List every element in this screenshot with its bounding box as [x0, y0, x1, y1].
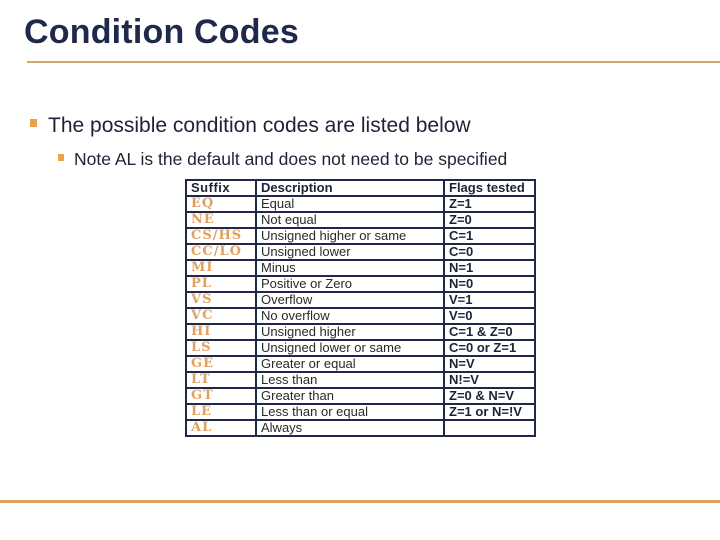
description-cell: Greater than — [255, 387, 445, 405]
table-row: AL Always — [185, 419, 536, 437]
bullet-text: The possible condition codes are listed … — [48, 114, 471, 137]
description-cell: Greater or equal — [255, 355, 445, 373]
bullet-level-2: Note AL is the default and does not need… — [58, 148, 507, 170]
flags-cell: N=V — [443, 355, 536, 373]
suffix-cell: MI — [185, 259, 257, 277]
description-cell: Unsigned higher — [255, 323, 445, 341]
description-cell: Unsigned lower or same — [255, 339, 445, 357]
suffix-cell: LS — [185, 339, 257, 357]
table-row: VC No overflow V=0 — [185, 307, 536, 325]
table-row: LE Less than or equal Z=1 or N=!V — [185, 403, 536, 421]
table-header-row: Suffix Description Flags tested — [185, 179, 536, 197]
table-row: HI Unsigned higher C=1 & Z=0 — [185, 323, 536, 341]
table-row: CC/LO Unsigned lower C=0 — [185, 243, 536, 261]
description-cell: Unsigned higher or same — [255, 227, 445, 245]
suffix-cell: EQ — [185, 195, 257, 213]
suffix-cell: AL — [185, 419, 257, 437]
suffix-cell: PL — [185, 275, 257, 293]
table-row: GT Greater than Z=0 & N=V — [185, 387, 536, 405]
table-body: EQ Equal Z=1 NE Not equal Z=0 CS/HS Unsigned hi… — [185, 195, 536, 437]
table-row: PL Positive or Zero N=0 — [185, 275, 536, 293]
flags-cell: C=1 — [443, 227, 536, 245]
bullet-level-1: The possible condition codes are listed … — [30, 113, 471, 139]
description-cell: Less than — [255, 371, 445, 389]
header-description: Description — [255, 179, 445, 197]
condition-codes-table: Suffix Description Flags tested EQ Equal Z… — [185, 179, 536, 437]
table-row: VS Overflow V=1 — [185, 291, 536, 309]
flags-cell: C=1 & Z=0 — [443, 323, 536, 341]
flags-cell: C=0 or Z=1 — [443, 339, 536, 357]
flags-cell: Z=0 — [443, 211, 536, 229]
table-row: LS Unsigned lower or same C=0 or Z=1 — [185, 339, 536, 357]
bullet-text: Note AL is the default and does not need… — [74, 149, 508, 169]
description-cell: Equal — [255, 195, 445, 213]
footer-rule — [0, 500, 720, 503]
flags-cell: C=0 — [443, 243, 536, 261]
description-cell: Always — [255, 419, 445, 437]
table-row: NE Not equal Z=0 — [185, 211, 536, 229]
table-row: LT Less than N!=V — [185, 371, 536, 389]
table-row: MI Minus N=1 — [185, 259, 536, 277]
table-row: CS/HS Unsigned higher or same C=1 — [185, 227, 536, 245]
flags-cell: N!=V — [443, 371, 536, 389]
description-cell: Positive or Zero — [255, 275, 445, 293]
flags-cell: V=0 — [443, 307, 536, 325]
suffix-cell: LT — [185, 371, 257, 389]
suffix-cell: CS/HS — [185, 227, 257, 245]
suffix-cell: HI — [185, 323, 257, 341]
description-cell: Minus — [255, 259, 445, 277]
slide-title: Condition Codes — [24, 13, 299, 51]
suffix-cell: GE — [185, 355, 257, 373]
flags-cell: Z=1 — [443, 195, 536, 213]
flags-cell — [443, 419, 536, 437]
flags-cell: Z=0 & N=V — [443, 387, 536, 405]
table-row: EQ Equal Z=1 — [185, 195, 536, 213]
suffix-cell: GT — [185, 387, 257, 405]
suffix-cell: LE — [185, 403, 257, 421]
description-cell: Overflow — [255, 291, 445, 309]
header-suffix: Suffix — [185, 179, 257, 197]
suffix-cell: VC — [185, 307, 257, 325]
header-flags: Flags tested — [443, 179, 536, 197]
square-bullet-icon — [58, 153, 64, 161]
flags-cell: N=1 — [443, 259, 536, 277]
table-row: GE Greater or equal N=V — [185, 355, 536, 373]
suffix-cell: VS — [185, 291, 257, 309]
description-cell: Less than or equal — [255, 403, 445, 421]
suffix-cell: NE — [185, 211, 257, 229]
description-cell: Not equal — [255, 211, 445, 229]
flags-cell: N=0 — [443, 275, 536, 293]
square-bullet-icon — [30, 119, 37, 127]
flags-cell: V=1 — [443, 291, 536, 309]
suffix-cell: CC/LO — [185, 243, 257, 261]
description-cell: Unsigned lower — [255, 243, 445, 261]
flags-cell: Z=1 or N=!V — [443, 403, 536, 421]
description-cell: No overflow — [255, 307, 445, 325]
title-underline — [27, 61, 720, 63]
